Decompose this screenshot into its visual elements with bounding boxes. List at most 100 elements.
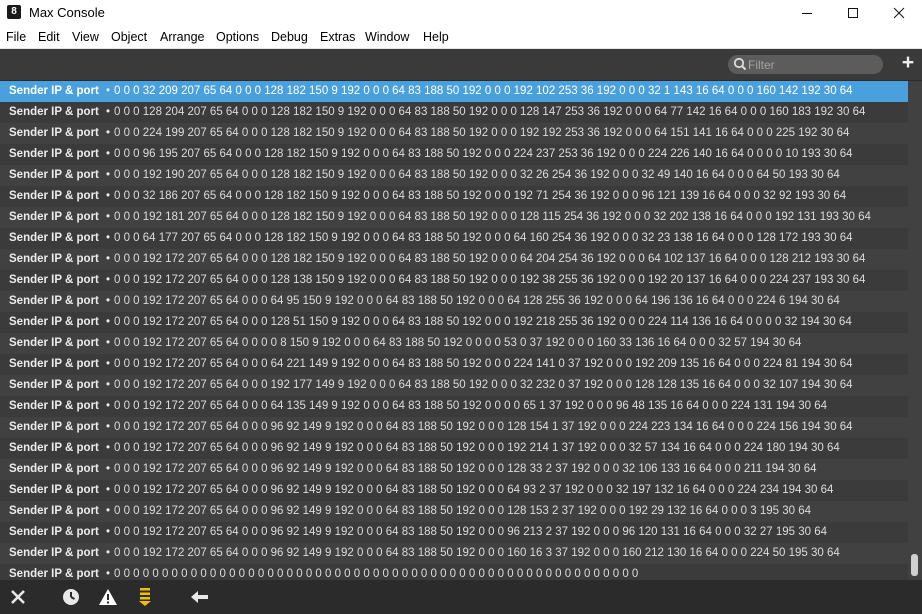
console-row[interactable]: Sender IP & port • 0 0 0 192 172 207 65 64… [0, 522, 908, 543]
scrollbar-thumb[interactable] [911, 554, 918, 576]
menu-extras[interactable]: Extras [320, 30, 355, 44]
sender-label: Sender IP & port [9, 358, 99, 370]
filter-box[interactable] [728, 55, 883, 74]
console-row[interactable]: Sender IP & port • 0 0 0 192 172 207 65 64… [0, 417, 908, 438]
bullet: • [106, 127, 111, 139]
bullet: • [106, 442, 111, 454]
console-row[interactable]: Sender IP & port • 0 0 0 192 172 207 65 64… [0, 249, 908, 270]
menu-edit[interactable]: Edit [38, 30, 60, 44]
bullet: • [106, 568, 111, 580]
sender-label: Sender IP & port [9, 421, 99, 433]
console-row[interactable]: Sender IP & port • 0 0 0 192 172 207 65 64… [0, 501, 908, 522]
sender-label: Sender IP & port [9, 484, 99, 496]
message-text: 0 0 0 192 172 207 65 64 0 0 0 96 92 149 … [114, 421, 853, 433]
console-toolbar: + [0, 49, 922, 80]
console-row[interactable]: Sender IP & port • 0 0 0 192 172 207 65 64… [0, 438, 908, 459]
console-row[interactable]: Sender IP & port • 0 0 0 192 172 207 65 64… [0, 459, 908, 480]
message-text: 0 0 0 192 172 207 65 64 0 0 0 128 182 15… [114, 253, 866, 265]
console-row[interactable]: Sender IP & port • 0 0 0 192 172 207 65 64… [0, 354, 908, 375]
sender-label: Sender IP & port [9, 400, 99, 412]
sender-label: Sender IP & port [9, 106, 99, 118]
sender-label: Sender IP & port [9, 379, 99, 391]
sender-label: Sender IP & port [9, 148, 99, 160]
message-text: 0 0 0 192 172 207 65 64 0 0 0 0 8 150 9 … [114, 337, 802, 349]
console-row[interactable]: Sender IP & port • 0 0 0 64 177 207 65 64 … [0, 228, 908, 249]
menu-debug[interactable]: Debug [271, 30, 308, 44]
filter-input[interactable] [748, 55, 878, 74]
vertical-scrollbar[interactable] [908, 81, 922, 580]
menu-object[interactable]: Object [111, 30, 147, 44]
console-row[interactable]: Sender IP & port • 0 0 0 192 172 207 65 64… [0, 375, 908, 396]
menu-bar: File Edit View Object Arrange Options De… [0, 26, 922, 49]
menu-arrange[interactable]: Arrange [160, 30, 204, 44]
console-row[interactable]: Sender IP & port • 0 0 0 0 0 0 0 0 0 0 0 0… [0, 564, 908, 580]
console-row[interactable]: Sender IP & port • 0 0 0 192 190 207 65 64… [0, 165, 908, 186]
sender-label: Sender IP & port [9, 169, 99, 181]
console-row[interactable]: Sender IP & port • 0 0 0 192 172 207 65 64… [0, 543, 908, 564]
message-text: 0 0 0 192 172 207 65 64 0 0 0 96 92 149 … [114, 442, 840, 454]
message-text: 0 0 0 64 177 207 65 64 0 0 0 128 182 150… [114, 232, 853, 244]
close-icon [893, 7, 905, 19]
console-row[interactable]: Sender IP & port • 0 0 0 192 172 207 65 64… [0, 291, 908, 312]
bullet: • [106, 274, 111, 286]
sender-label: Sender IP & port [9, 253, 99, 265]
message-text: 0 0 0 192 172 207 65 64 0 0 0 96 92 149 … [114, 505, 812, 517]
console-row[interactable]: Sender IP & port • 0 0 0 192 181 207 65 64… [0, 207, 908, 228]
minimize-icon [802, 13, 812, 14]
menu-options[interactable]: Options [216, 30, 259, 44]
bullet: • [106, 148, 111, 160]
sender-label: Sender IP & port [9, 295, 99, 307]
sender-label: Sender IP & port [9, 568, 99, 580]
sender-label: Sender IP & port [9, 211, 99, 223]
menu-help[interactable]: Help [423, 30, 449, 44]
bullet: • [106, 85, 111, 97]
console-row[interactable]: Sender IP & port • 0 0 0 224 199 207 65 64… [0, 123, 908, 144]
message-text: 0 0 0 192 172 207 65 64 0 0 0 96 92 149 … [114, 547, 840, 559]
warning-icon [99, 589, 117, 605]
clear-console-button[interactable] [7, 587, 29, 607]
maximize-icon [848, 8, 858, 18]
message-text: 0 0 0 0 0 0 0 0 0 0 0 0 0 0 0 0 0 0 0 0 … [114, 568, 639, 580]
close-button[interactable] [876, 0, 922, 26]
bullet: • [106, 106, 111, 118]
bullet: • [106, 337, 111, 349]
timestamp-button[interactable] [60, 587, 82, 607]
back-button[interactable] [189, 587, 211, 607]
bullet: • [106, 421, 111, 433]
message-text: 0 0 0 192 172 207 65 64 0 0 0 64 135 149… [114, 400, 827, 412]
console-row[interactable]: Sender IP & port • 0 0 0 32 186 207 65 64 … [0, 186, 908, 207]
clock-icon [63, 589, 79, 605]
menu-file[interactable]: File [6, 30, 26, 44]
message-text: 0 0 0 128 204 207 65 64 0 0 0 128 182 15… [114, 106, 866, 118]
bullet: • [106, 358, 111, 370]
console-row[interactable]: Sender IP & port • 0 0 0 192 172 207 65 64… [0, 270, 908, 291]
message-text: 0 0 0 192 172 207 65 64 0 0 0 96 92 149 … [114, 484, 834, 496]
bullet: • [106, 547, 111, 559]
message-text: 0 0 0 192 190 207 65 64 0 0 0 128 182 15… [114, 169, 840, 181]
back-arrow-icon [191, 591, 208, 603]
add-button[interactable]: + [899, 52, 917, 73]
message-text: 0 0 0 192 172 207 65 64 0 0 0 64 95 150 … [114, 295, 840, 307]
bullet: • [106, 484, 111, 496]
sender-label: Sender IP & port [9, 505, 99, 517]
console-row[interactable]: Sender IP & port • 0 0 0 192 172 207 65 64… [0, 333, 908, 354]
sender-label: Sender IP & port [9, 85, 99, 97]
menu-window[interactable]: Window [365, 30, 409, 44]
bullet: • [106, 400, 111, 412]
sender-label: Sender IP & port [9, 127, 99, 139]
console-message-list[interactable]: Sender IP & port • 0 0 0 32 209 207 65 64 … [0, 81, 908, 580]
console-row[interactable]: Sender IP & port • 0 0 0 192 172 207 65 64… [0, 312, 908, 333]
menu-view[interactable]: View [72, 30, 99, 44]
console-row[interactable]: Sender IP & port • 0 0 0 32 209 207 65 64 … [0, 81, 908, 102]
console-row[interactable]: Sender IP & port • 0 0 0 96 195 207 65 64 … [0, 144, 908, 165]
console-row[interactable]: Sender IP & port • 0 0 0 192 172 207 65 64… [0, 396, 908, 417]
console-row[interactable]: Sender IP & port • 0 0 0 128 204 207 65 64… [0, 102, 908, 123]
bullet: • [106, 379, 111, 391]
maximize-button[interactable] [830, 0, 876, 26]
levels-button[interactable] [134, 587, 156, 607]
console-row[interactable]: Sender IP & port • 0 0 0 192 172 207 65 64… [0, 480, 908, 501]
sender-label: Sender IP & port [9, 463, 99, 475]
show-errors-button[interactable] [97, 587, 119, 607]
minimize-button[interactable] [784, 0, 830, 26]
message-text: 0 0 0 192 172 207 65 64 0 0 0 128 138 15… [114, 274, 866, 286]
